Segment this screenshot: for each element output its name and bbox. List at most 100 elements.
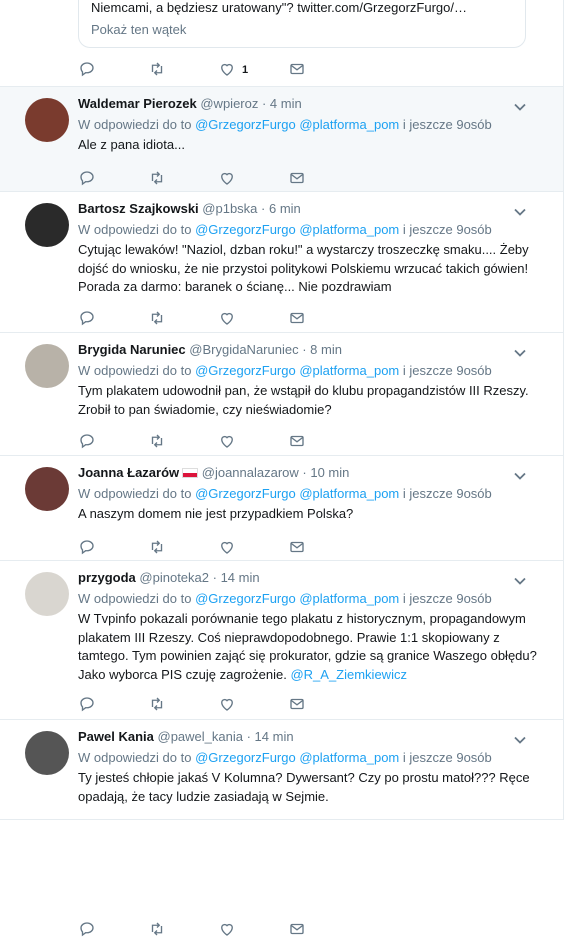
fullname[interactable]: Bartosz Szajkowski [78,201,199,216]
username[interactable]: @p1bska [202,201,257,216]
reply-others[interactable]: i jeszcze 9osób [403,591,492,606]
timestamp[interactable]: · 10 min [302,465,349,480]
mention-link[interactable]: @platforma_pom [299,486,399,501]
reply-others[interactable]: i jeszcze 9osób [403,117,492,132]
reply-button[interactable] [78,538,148,558]
timestamp[interactable]: · 14 min [247,729,294,744]
like-button[interactable] [218,309,288,329]
reply-icon [78,695,96,716]
reply-button[interactable] [78,309,148,329]
chevron-down-icon[interactable] [513,469,527,483]
retweet-button[interactable] [148,60,218,80]
reply-others[interactable]: i jeszcze 9osób [403,222,492,237]
heart-icon [218,538,236,559]
quoted-tweet[interactable]: Niemcami, a będziesz uratowany"? twitter… [78,0,526,48]
tweet[interactable]: Pawel Kania @pawel_kania · 14 min W odpo… [0,720,563,936]
tweet[interactable]: przygoda @pinoteka2 · 14 min W odpowiedz… [0,561,563,720]
mention-link[interactable]: @GrzegorzFurgo [195,222,296,237]
reply-context: W odpowiedzi do to @GrzegorzFurgo @platf… [78,591,543,607]
fullname[interactable]: przygoda [78,570,136,585]
reply-button[interactable] [78,60,148,80]
like-button[interactable] [218,920,288,940]
mention-link[interactable]: @GrzegorzFurgo [195,750,296,765]
retweet-button[interactable] [148,432,218,452]
retweet-button[interactable] [148,169,218,189]
mention-link[interactable]: @GrzegorzFurgo [195,486,296,501]
envelope-icon [288,538,306,559]
tweet[interactable]: Brygida Naruniec @BrygidaNaruniec · 8 mi… [0,333,563,456]
avatar[interactable] [25,572,69,616]
reply-others[interactable]: i jeszcze 9osób [403,363,492,378]
mention-link[interactable]: @platforma_pom [299,117,399,132]
envelope-icon [288,695,306,716]
like-button[interactable] [218,695,288,715]
chevron-down-icon[interactable] [513,733,527,747]
retweet-icon [148,538,166,559]
fullname[interactable]: Waldemar Pierozek [78,96,197,111]
tweet-stream: Niemcami, a będziesz uratowany"? twitter… [0,0,564,936]
retweet-button[interactable] [148,920,218,940]
like-button[interactable] [218,169,288,189]
dm-button[interactable] [288,695,358,715]
timestamp[interactable]: · 4 min [262,96,302,111]
reply-others[interactable]: i jeszcze 9osób [403,486,492,501]
avatar[interactable] [25,98,69,142]
fullname[interactable]: Brygida Naruniec [78,342,186,357]
reply-icon [78,432,96,453]
reply-others[interactable]: i jeszcze 9osób [403,750,492,765]
tweet[interactable]: Waldemar Pierozek @wpieroz · 4 min W odp… [0,87,563,192]
dm-button[interactable] [288,920,358,940]
chevron-down-icon[interactable] [513,100,527,114]
mention-link[interactable]: @platforma_pom [299,222,399,237]
timestamp[interactable]: · 14 min [213,570,260,585]
dm-button[interactable] [288,538,358,558]
avatar[interactable] [25,467,69,511]
fullname[interactable]: Pawel Kania [78,729,154,744]
like-button[interactable] [218,538,288,558]
mention-link[interactable]: @platforma_pom [299,363,399,378]
like-button[interactable] [218,432,288,452]
dm-button[interactable] [288,169,358,189]
reply-to: to [180,750,192,765]
envelope-icon [288,920,306,941]
username[interactable]: @wpieroz [200,96,258,111]
timestamp[interactable]: · 8 min [302,342,342,357]
dm-button[interactable] [288,432,358,452]
mention-link[interactable]: @platforma_pom [299,750,399,765]
mention-link[interactable]: @GrzegorzFurgo [195,591,296,606]
reply-button[interactable] [78,920,148,940]
username[interactable]: @BrygidaNaruniec [189,342,298,357]
tweet-actions [78,432,358,452]
username[interactable]: @joannalazarow [202,465,299,480]
chevron-down-icon[interactable] [513,574,527,588]
retweet-button[interactable] [148,695,218,715]
show-thread-link[interactable]: Pokaż ten wątek [91,22,513,37]
avatar[interactable] [25,203,69,247]
retweet-button[interactable] [148,538,218,558]
dm-button[interactable] [288,60,358,80]
tweet[interactable]: Bartosz Szajkowski @p1bska · 6 min W odp… [0,192,563,333]
heart-icon [218,695,236,716]
reply-button[interactable] [78,432,148,452]
mention-link[interactable]: @platforma_pom [299,591,399,606]
username[interactable]: @pawel_kania [158,729,243,744]
reply-button[interactable] [78,169,148,189]
dm-button[interactable] [288,309,358,329]
reply-button[interactable] [78,695,148,715]
reply-to: to [180,117,192,132]
avatar[interactable] [25,731,69,775]
username[interactable]: @pinoteka2 [139,570,209,585]
mention-link[interactable]: @R_A_Ziemkiewicz [290,667,407,682]
mention-link[interactable]: @GrzegorzFurgo [195,117,296,132]
tweet[interactable]: Joanna Łazarów @joannalazarow · 10 min W… [0,456,563,561]
timestamp[interactable]: · 6 min [261,201,301,216]
avatar[interactable] [25,344,69,388]
mention-link[interactable]: @GrzegorzFurgo [195,363,296,378]
chevron-down-icon[interactable] [513,346,527,360]
fullname[interactable]: Joanna Łazarów [78,465,179,480]
like-button[interactable]: 1 [218,60,288,80]
retweet-button[interactable] [148,309,218,329]
tweet-actions [78,169,358,189]
tweet-partial[interactable]: Niemcami, a będziesz uratowany"? twitter… [0,0,563,87]
chevron-down-icon[interactable] [513,205,527,219]
